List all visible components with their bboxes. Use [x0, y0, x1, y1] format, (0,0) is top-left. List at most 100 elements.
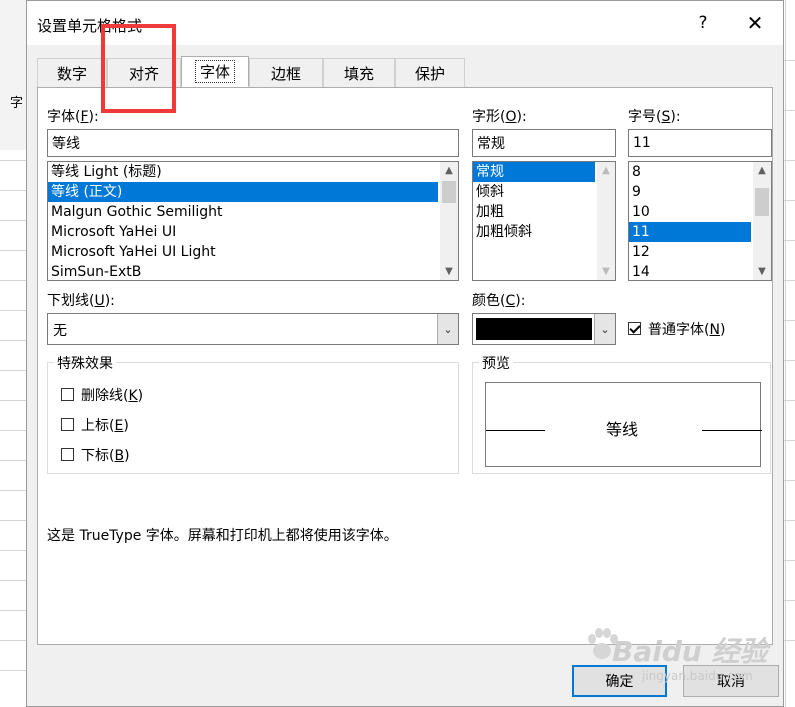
- help-icon: ?: [698, 13, 708, 33]
- preview-box: 等线: [485, 382, 762, 467]
- list-item[interactable]: 14: [629, 262, 771, 280]
- close-icon: ✕: [746, 11, 764, 35]
- size-input-value: 11: [633, 135, 651, 151]
- list-item[interactable]: 8: [629, 162, 771, 182]
- style-input[interactable]: 常规: [472, 129, 616, 157]
- grid-row-line: [0, 580, 26, 581]
- help-button[interactable]: ?: [683, 7, 723, 39]
- grid-row-line: [0, 610, 26, 611]
- scroll-down-icon[interactable]: ▼: [440, 263, 458, 280]
- scroll-down-icon[interactable]: ▼: [753, 263, 771, 280]
- grid-row-line: [0, 280, 26, 281]
- tab-label: 保护: [414, 64, 445, 83]
- font-label: 字体(F):: [47, 109, 99, 125]
- list-item[interactable]: 10: [629, 202, 771, 222]
- scroll-up-icon[interactable]: ▲: [597, 162, 615, 179]
- list-item[interactable]: Malgun Gothic Semilight: [48, 202, 458, 222]
- superscript-label[interactable]: 上标(E): [81, 415, 129, 435]
- style-label: 字形(O):: [472, 109, 527, 125]
- watermark-brand: Baidu 经验: [612, 635, 768, 668]
- style-list[interactable]: 常规 倾斜 加粗 加粗倾斜 ▲ ▼: [472, 161, 616, 281]
- tab-label: 边框: [270, 64, 301, 83]
- grid-row-line: [0, 340, 26, 341]
- grid-row-line: [0, 640, 26, 641]
- size-input[interactable]: 11: [628, 129, 772, 157]
- ribbon-row-label: 字: [10, 96, 24, 111]
- watermark-url: jingyan.baidu.com: [642, 669, 753, 683]
- grid-row-line: [0, 490, 26, 491]
- tab-label: 填充: [343, 64, 374, 83]
- tab-label: 字体: [194, 60, 236, 83]
- font-list[interactable]: 等线 Light (标题) 等线 (正文) Malgun Gothic Semi…: [47, 161, 459, 281]
- highlight-annotation: [101, 24, 176, 113]
- strikethrough-checkbox[interactable]: [61, 388, 74, 401]
- style-list-scrollbar[interactable]: ▲ ▼: [597, 162, 615, 280]
- preview-baseline-left: [486, 430, 545, 431]
- chevron-down-icon[interactable]: ⌄: [594, 314, 615, 344]
- size-label: 字号(S):: [628, 109, 681, 125]
- color-label: 颜色(C):: [472, 293, 526, 309]
- list-item[interactable]: 11: [629, 222, 751, 242]
- tab-fill[interactable]: 填充: [323, 58, 395, 87]
- font-input[interactable]: 等线: [47, 129, 459, 157]
- normal-font-label[interactable]: 普通字体(N): [648, 319, 725, 339]
- grid-row-line: [0, 400, 26, 401]
- grid-row-line: [0, 220, 26, 221]
- subscript-label[interactable]: 下标(B): [81, 445, 130, 465]
- list-item[interactable]: SimSun-ExtB: [48, 262, 458, 280]
- scroll-thumb[interactable]: [442, 181, 456, 203]
- strikethrough-label[interactable]: 删除线(K): [81, 385, 143, 405]
- scroll-down-icon[interactable]: ▼: [597, 263, 615, 280]
- subscript-checkbox[interactable]: [61, 448, 74, 461]
- list-item[interactable]: 加粗倾斜: [473, 222, 615, 242]
- baidu-watermark: Baidu 经验 jingyan.baidu.com: [582, 625, 782, 695]
- preview-sample: 等线: [606, 420, 639, 439]
- underline-select-value: 无: [53, 323, 67, 339]
- list-item[interactable]: Microsoft YaHei UI: [48, 222, 458, 242]
- grid-row-line: [0, 550, 26, 551]
- grid-row-line: [0, 190, 26, 191]
- scroll-up-icon[interactable]: ▲: [440, 162, 458, 179]
- ribbon-edge: [0, 0, 26, 150]
- underline-select[interactable]: 无 ⌄: [47, 313, 459, 345]
- size-list-scrollbar[interactable]: ▲ ▼: [753, 162, 771, 280]
- font-input-value: 等线: [52, 136, 80, 152]
- preview-group: 预览 等线: [472, 353, 771, 474]
- grid-row-line: [0, 370, 26, 371]
- tab-number[interactable]: 数字: [37, 58, 107, 87]
- chevron-down-icon[interactable]: ⌄: [437, 314, 458, 344]
- list-item[interactable]: 9: [629, 182, 771, 202]
- grid-row-line: [0, 670, 26, 671]
- style-input-value: 常规: [477, 136, 505, 152]
- effects-group-title: 特殊效果: [54, 353, 116, 373]
- preview-group-title: 预览: [479, 353, 513, 373]
- list-item[interactable]: 倾斜: [473, 182, 615, 202]
- tab-label: 数字: [56, 64, 87, 83]
- list-item[interactable]: 等线 (正文): [48, 182, 438, 202]
- grid-row-line: [0, 310, 26, 311]
- underline-label: 下划线(U):: [47, 293, 115, 309]
- font-description: 这是 TrueType 字体。屏幕和打印机上都将使用该字体。: [47, 528, 398, 544]
- font-tab-panel: 字体(F): 等线 等线 Light (标题) 等线 (正文) Malgun G…: [37, 87, 773, 645]
- normal-font-checkbox[interactable]: [628, 322, 641, 335]
- effects-group: 特殊效果 删除线(K) 上标(E) 下标(B): [47, 353, 459, 474]
- tab-border[interactable]: 边框: [249, 58, 323, 87]
- scroll-thumb[interactable]: [755, 188, 769, 216]
- list-item[interactable]: 等线 Light (标题): [48, 162, 458, 182]
- list-item[interactable]: Microsoft YaHei UI Light: [48, 242, 458, 262]
- color-picker[interactable]: ⌄: [472, 313, 616, 345]
- list-item[interactable]: 常规: [473, 162, 595, 182]
- scroll-up-icon[interactable]: ▲: [753, 162, 771, 179]
- size-list[interactable]: 8 9 10 11 12 14 ▲ ▼: [628, 161, 772, 281]
- superscript-checkbox[interactable]: [61, 418, 74, 431]
- grid-row-line: [0, 460, 26, 461]
- list-item[interactable]: 加粗: [473, 202, 615, 222]
- font-list-scrollbar[interactable]: ▲ ▼: [440, 162, 458, 280]
- tab-font[interactable]: 字体: [181, 56, 249, 87]
- grid-row-line: [0, 160, 26, 161]
- grid-row-line: [0, 250, 26, 251]
- list-item[interactable]: 12: [629, 242, 771, 262]
- tab-protection[interactable]: 保护: [395, 58, 465, 87]
- grid-row-line: [0, 520, 26, 521]
- close-button[interactable]: ✕: [733, 7, 777, 39]
